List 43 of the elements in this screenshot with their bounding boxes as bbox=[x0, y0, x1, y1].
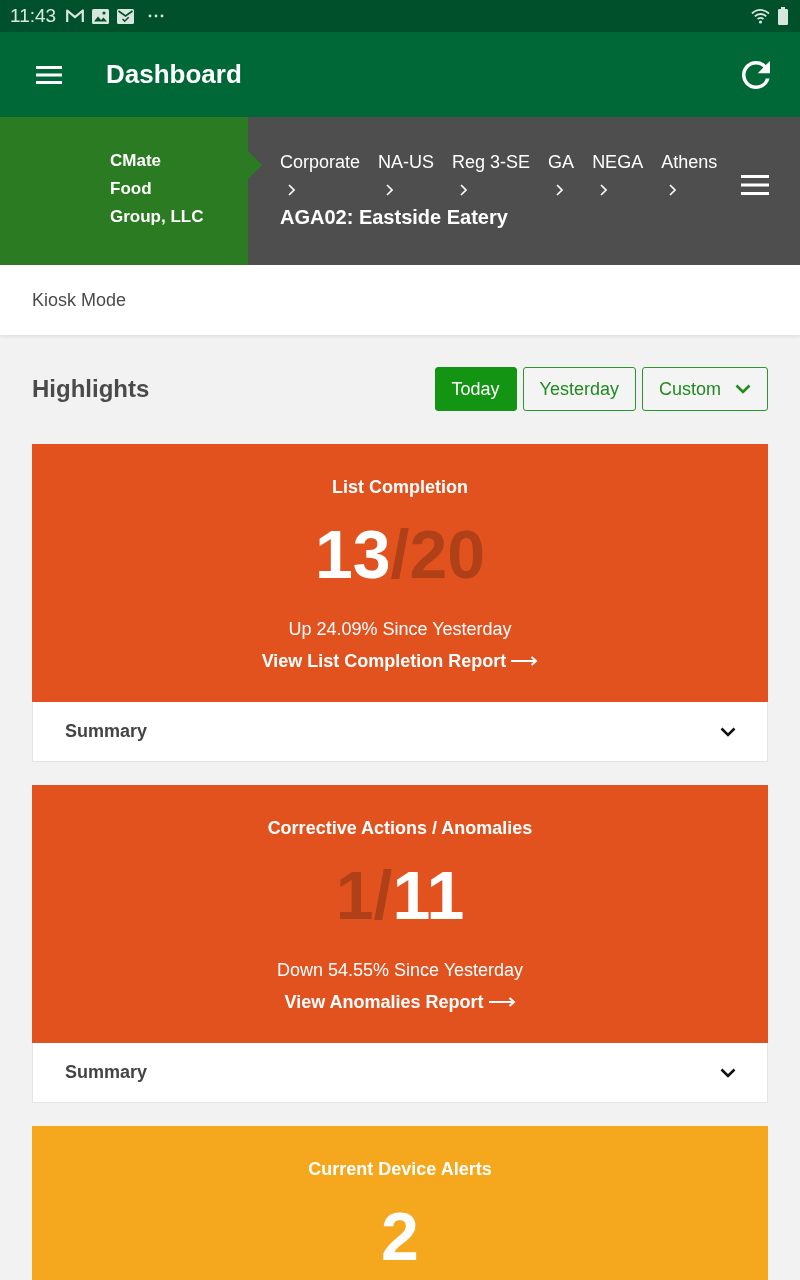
chevron-right-icon bbox=[460, 184, 468, 196]
chevron-right-icon bbox=[600, 184, 608, 196]
arrow-right-icon bbox=[488, 997, 516, 1007]
date-range-button[interactable]: Yesterday bbox=[522, 367, 636, 411]
chevron-right-icon bbox=[386, 184, 394, 196]
status-time: 11:43 bbox=[10, 5, 57, 27]
menu-icon[interactable] bbox=[36, 65, 62, 84]
chevron-right-icon bbox=[288, 184, 295, 196]
chevron-right-icon bbox=[669, 184, 677, 196]
app-title: Dashboard bbox=[106, 59, 242, 90]
metric-title: Current Device Alerts bbox=[308, 1158, 492, 1181]
trend-text: Up 24.09% Since Yesterday bbox=[288, 618, 512, 641]
breadcrumb-link[interactable]: Athens bbox=[661, 151, 718, 196]
trend-text: Down 54.55% Since Yesterday bbox=[276, 959, 524, 982]
summary-toggle[interactable]: Summary bbox=[32, 702, 768, 762]
summary-toggle[interactable]: Summary bbox=[32, 1043, 768, 1103]
arrow-right-icon bbox=[511, 656, 539, 666]
image-icon bbox=[92, 8, 110, 24]
metric-title: List Completion bbox=[332, 476, 468, 499]
breadcrumb-link[interactable]: NA-US bbox=[378, 151, 435, 196]
organization-name: CMate Food Group, LLC bbox=[110, 150, 205, 228]
breadcrumb-link[interactable]: Reg 3-SE bbox=[452, 151, 531, 196]
date-range-button[interactable]: Custom bbox=[642, 367, 768, 411]
date-range-button[interactable]: Today bbox=[434, 367, 517, 411]
metric-value: 2 bbox=[381, 1197, 419, 1275]
report-link[interactable]: View List Completion Report bbox=[261, 649, 539, 673]
caret-down-icon bbox=[735, 384, 751, 394]
breadcrumb-link[interactable]: Corporate bbox=[280, 151, 361, 196]
section-title: Highlights bbox=[32, 375, 150, 403]
battery-icon bbox=[778, 7, 788, 25]
metric-title: Corrective Actions / Anomalies bbox=[267, 817, 533, 840]
menu-icon[interactable] bbox=[741, 175, 769, 195]
breadcrumb-link[interactable]: NEGA bbox=[592, 151, 644, 196]
letter-m-icon bbox=[66, 9, 85, 23]
report-link[interactable]: View Anomalies Report bbox=[284, 990, 516, 1014]
refresh-icon[interactable] bbox=[742, 60, 770, 89]
breadcrumb-link[interactable]: GA bbox=[548, 151, 575, 196]
mode-label: Kiosk Mode bbox=[32, 289, 127, 311]
current-location: AGA02: Eastside Eatery bbox=[280, 205, 508, 229]
wifi-icon bbox=[751, 8, 770, 24]
more-dots-icon bbox=[148, 14, 165, 18]
chevron-right-icon bbox=[556, 184, 564, 196]
mail-check-icon bbox=[117, 8, 135, 24]
